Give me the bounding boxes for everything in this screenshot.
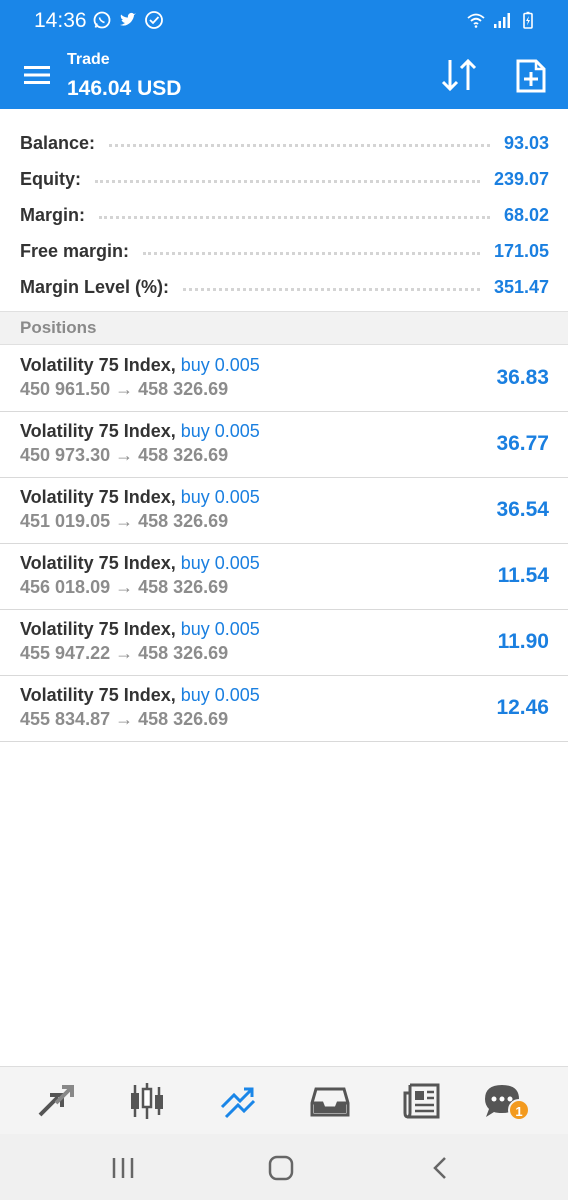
position-row[interactable]: Volatility 75 Index, buy 0.005 455 947.2… — [0, 610, 568, 676]
position-prices: 456 018.09 → 458 326.69 — [20, 577, 229, 597]
position-side: buy 0.005 — [180, 487, 260, 507]
margin-level-label: Margin Level (%): — [20, 276, 170, 297]
position-prices: 455 947.22 → 458 326.69 — [20, 643, 229, 663]
free-margin-label: Free margin: — [20, 240, 130, 261]
twitter-icon — [120, 12, 136, 26]
position-profit: 11.90 — [497, 630, 549, 653]
margin-row: Margin: 68.02 — [0, 197, 568, 233]
position-profit: 12.46 — [496, 696, 549, 719]
history-icon[interactable] — [310, 1081, 350, 1121]
chart-icon[interactable] — [127, 1081, 167, 1121]
quotes-icon[interactable] — [36, 1081, 76, 1121]
app-bar: Trade 146.04 USD — [0, 42, 568, 109]
menu-icon[interactable] — [24, 64, 52, 86]
status-time: 14:36 — [34, 9, 87, 32]
back-icon[interactable] — [427, 1154, 455, 1182]
new-order-icon[interactable] — [514, 58, 548, 94]
account-summary: Balance: 93.03 Equity: 239.07 Margin: 68… — [0, 109, 568, 310]
dotted-leader — [143, 251, 480, 255]
position-row[interactable]: Volatility 75 Index, buy 0.005 456 018.0… — [0, 544, 568, 610]
position-symbol: Volatility 75 Index, — [20, 421, 176, 441]
wifi-icon — [467, 13, 485, 28]
position-row[interactable]: Volatility 75 Index, buy 0.005 450 973.3… — [0, 412, 568, 478]
free-margin-value: 171.05 — [493, 240, 549, 261]
position-profit: 36.83 — [496, 366, 549, 389]
position-side: buy 0.005 — [180, 355, 260, 375]
balance-row: Balance: 93.03 — [0, 125, 568, 161]
check-circle-icon — [145, 11, 163, 29]
position-symbol: Volatility 75 Index, — [20, 619, 176, 639]
margin-value: 68.02 — [503, 204, 549, 225]
position-row[interactable]: Volatility 75 Index, buy 0.005 455 834.8… — [0, 676, 568, 742]
position-prices: 455 834.87 → 458 326.69 — [20, 709, 229, 729]
equity-value: 239.07 — [493, 168, 549, 189]
signal-icon — [494, 13, 510, 28]
position-side: buy 0.005 — [180, 553, 260, 573]
position-profit: 36.77 — [496, 432, 549, 455]
trade-icon[interactable] — [218, 1081, 258, 1121]
balance-label: Balance: — [20, 132, 96, 153]
margin-level-row: Margin Level (%): 351.47 — [0, 269, 568, 305]
balance-value: 93.03 — [503, 132, 549, 153]
position-prices: 451 019.05 → 458 326.69 — [20, 511, 229, 531]
position-side: buy 0.005 — [180, 619, 260, 639]
messages-button[interactable]: 1 — [482, 1081, 530, 1121]
position-symbol-line: Volatility 75 Index, buy 0.005 — [20, 685, 260, 706]
position-symbol: Volatility 75 Index, — [20, 685, 176, 705]
whatsapp-icon — [93, 11, 111, 29]
page-title: Trade — [67, 51, 110, 68]
position-row[interactable]: Volatility 75 Index, buy 0.005 451 019.0… — [0, 478, 568, 544]
news-icon[interactable] — [402, 1081, 442, 1121]
position-symbol-line: Volatility 75 Index, buy 0.005 — [20, 355, 260, 376]
notification-icons — [92, 10, 164, 30]
position-profit: 36.54 — [496, 498, 549, 521]
bottom-navigation: 1 — [0, 1066, 568, 1134]
position-symbol-line: Volatility 75 Index, buy 0.005 — [20, 619, 260, 640]
positions-section-header: Positions — [0, 311, 568, 345]
position-row[interactable]: Volatility 75 Index, buy 0.005 450 961.5… — [0, 346, 568, 412]
system-status-icons — [466, 10, 538, 30]
position-side: buy 0.005 — [180, 421, 260, 441]
dotted-leader — [95, 179, 480, 183]
positions-header-label: Positions — [20, 318, 97, 337]
position-prices: 450 961.50 → 458 326.69 — [20, 379, 229, 399]
dotted-leader — [109, 143, 490, 147]
system-navigation-bar — [0, 1134, 568, 1200]
messages-badge: 1 — [508, 1099, 530, 1121]
position-symbol-line: Volatility 75 Index, buy 0.005 — [20, 487, 260, 508]
status-bar: 14:36 — [0, 0, 568, 42]
position-side: buy 0.005 — [180, 685, 260, 705]
margin-level-value: 351.47 — [493, 276, 549, 297]
sort-icon[interactable] — [440, 58, 480, 92]
margin-label: Margin: — [20, 204, 85, 225]
position-symbol: Volatility 75 Index, — [20, 355, 176, 375]
account-equity-total: 146.04 USD — [67, 77, 182, 100]
position-symbol-line: Volatility 75 Index, buy 0.005 — [20, 553, 260, 574]
position-symbol: Volatility 75 Index, — [20, 487, 176, 507]
battery-charging-icon — [523, 11, 533, 29]
dotted-leader — [99, 215, 490, 219]
free-margin-row: Free margin: 171.05 — [0, 233, 568, 269]
dotted-leader — [183, 287, 480, 291]
equity-row: Equity: 239.07 — [0, 161, 568, 197]
recent-apps-icon[interactable] — [109, 1154, 137, 1182]
position-symbol: Volatility 75 Index, — [20, 553, 176, 573]
equity-label: Equity: — [20, 168, 81, 189]
position-profit: 11.54 — [497, 564, 549, 587]
home-icon[interactable] — [267, 1154, 295, 1182]
positions-list: Volatility 75 Index, buy 0.005 450 961.5… — [0, 346, 568, 742]
position-prices: 450 973.30 → 458 326.69 — [20, 445, 229, 465]
position-symbol-line: Volatility 75 Index, buy 0.005 — [20, 421, 260, 442]
